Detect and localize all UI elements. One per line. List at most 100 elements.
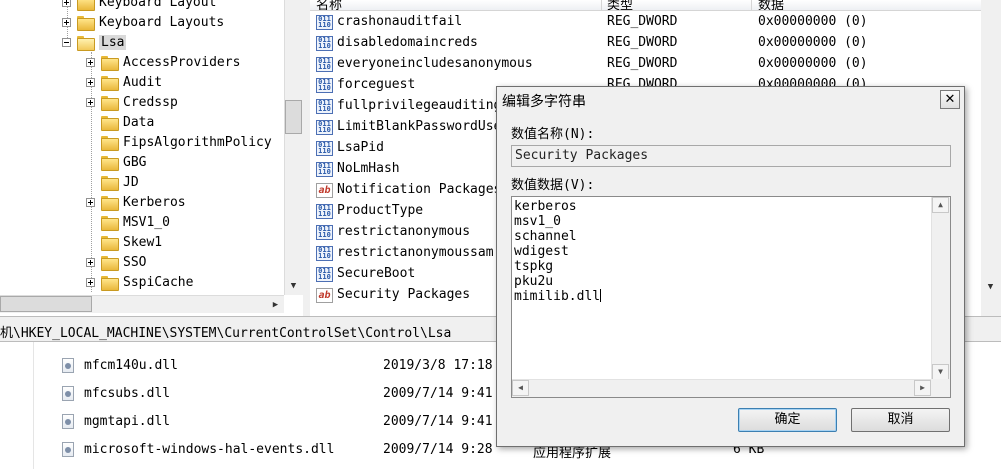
- tree-item-label: MSV1_0: [123, 214, 170, 230]
- scroll-right-arrow-icon[interactable]: ▶: [267, 296, 284, 313]
- values-vertical-scrollbar[interactable]: ▼: [981, 0, 1001, 316]
- data-line: msv1_0: [514, 214, 561, 229]
- tree-item-keyboard-layout[interactable]: Keyboard Layout: [62, 0, 216, 12]
- expand-icon[interactable]: [86, 257, 95, 267]
- tree-item-gbg[interactable]: GBG: [86, 152, 146, 172]
- ok-button[interactable]: 确定: [738, 408, 837, 432]
- value-name: NoLmHash: [337, 161, 400, 176]
- tree-vertical-scrollbar[interactable]: [284, 0, 303, 295]
- tree-item-skew1[interactable]: Skew1: [86, 232, 162, 252]
- expand-icon[interactable]: [86, 57, 95, 67]
- tree-item-credssp[interactable]: Credssp: [86, 92, 178, 112]
- file-date: 2009/7/14 9:28: [383, 442, 493, 457]
- value-name: fullprivilegeauditing: [337, 98, 502, 113]
- values-column-header: 名称 类型 数据: [310, 0, 1001, 11]
- file-name: mfcsubs.dll: [84, 386, 171, 401]
- folder-icon: [101, 155, 119, 171]
- folder-icon: [101, 115, 119, 131]
- value-row[interactable]: 011 110 everyoneincludesanonymous REG_DWOR…: [310, 54, 1001, 75]
- tree-item-kerberos[interactable]: Kerberos: [86, 192, 186, 212]
- file-date: 2019/3/8 17:18: [383, 358, 493, 373]
- value-name: disabledomaincreds: [337, 35, 478, 50]
- value-type: REG_DWORD: [607, 56, 678, 71]
- tree-item-keyboard-layouts[interactable]: Keyboard Layouts: [62, 12, 224, 32]
- expand-icon[interactable]: [62, 0, 71, 7]
- folder-icon: [101, 275, 119, 291]
- data-line: wdigest: [514, 244, 569, 259]
- column-header-data[interactable]: 数据: [758, 0, 784, 10]
- close-icon[interactable]: ✕: [940, 90, 960, 109]
- folder-icon: [101, 175, 119, 191]
- open-folder-icon: [77, 35, 95, 51]
- value-row[interactable]: 011 110 disabledomaincreds REG_DWORD 0x0000…: [310, 33, 1001, 54]
- value-name: Security Packages: [337, 287, 471, 302]
- value-name: ProductType: [337, 203, 424, 218]
- tree-item-label: SSO: [123, 254, 147, 270]
- folder-icon: [77, 15, 95, 31]
- tree-horizontal-scroll-thumb[interactable]: [0, 296, 92, 312]
- dialog-title-bar[interactable]: 编辑多字符串 ✕: [497, 87, 964, 113]
- file-list-divider: [33, 342, 34, 469]
- tree-item-msv1-0[interactable]: MSV1_0: [86, 212, 170, 232]
- binary-value-icon: 011 110: [316, 162, 333, 177]
- expand-icon[interactable]: [86, 77, 95, 87]
- dll-file-icon: [62, 386, 74, 401]
- value-data: 0x00000000 (0): [758, 56, 868, 71]
- binary-value-icon: 011 110: [316, 36, 333, 51]
- tree-item-label: Skew1: [123, 234, 163, 250]
- scroll-down-arrow-icon[interactable]: ▼: [285, 277, 302, 294]
- value-name: LimitBlankPasswordUse: [337, 119, 502, 134]
- tree-item-label: JD: [123, 174, 139, 190]
- expand-icon[interactable]: [86, 97, 95, 107]
- scroll-left-arrow-icon[interactable]: ◀: [512, 380, 529, 396]
- dialog-title: 编辑多字符串: [502, 94, 586, 110]
- column-divider[interactable]: [601, 0, 602, 10]
- value-data-text[interactable]: kerberos msv1_0 schannel wdigest tspkg pku2u m…: [512, 197, 930, 380]
- tree-item-jd[interactable]: JD: [86, 172, 139, 192]
- tree-item-sspicache[interactable]: SspiCache: [86, 272, 193, 292]
- collapse-icon[interactable]: [62, 37, 71, 47]
- tree-item-audit[interactable]: Audit: [86, 72, 162, 92]
- tree-item-accessproviders[interactable]: AccessProviders: [86, 52, 240, 72]
- dll-file-icon: [62, 358, 74, 373]
- folder-icon: [77, 0, 95, 11]
- scroll-down-arrow-icon[interactable]: ▼: [982, 278, 999, 295]
- pane-splitter[interactable]: [303, 0, 310, 316]
- tree-item-sso[interactable]: SSO: [86, 252, 146, 272]
- tree-item-label: Keyboard Layout: [99, 0, 217, 10]
- value-row[interactable]: 011 110 crashonauditfail REG_DWORD 0x000000…: [310, 12, 1001, 33]
- tree-item-fipsalgorithmpolicy[interactable]: FipsAlgorithmPolicy: [86, 132, 272, 152]
- folder-icon: [101, 75, 119, 91]
- dll-file-icon: [62, 442, 74, 457]
- column-divider[interactable]: [751, 0, 752, 10]
- expand-icon[interactable]: [86, 197, 95, 207]
- data-line: schannel: [514, 229, 577, 244]
- column-header-type[interactable]: 类型: [607, 0, 633, 10]
- tree-item-data[interactable]: Data: [86, 112, 154, 132]
- tree-item-label: Kerberos: [123, 194, 186, 210]
- expand-icon[interactable]: [62, 17, 71, 27]
- registry-path: 机\HKEY_LOCAL_MACHINE\SYSTEM\CurrentContr…: [0, 326, 452, 341]
- column-header-name[interactable]: 名称: [316, 0, 342, 10]
- value-data-textarea[interactable]: kerberos msv1_0 schannel wdigest tspkg pku2u m…: [511, 196, 951, 398]
- data-vertical-scrollbar[interactable]: ▲ ▼: [931, 197, 950, 380]
- value-data: 0x00000000 (0): [758, 14, 868, 29]
- data-horizontal-scrollbar[interactable]: ◀ ▶: [512, 379, 931, 397]
- folder-icon: [101, 55, 119, 71]
- expand-icon[interactable]: [86, 277, 95, 287]
- scroll-right-arrow-icon[interactable]: ▶: [914, 380, 931, 396]
- scroll-up-arrow-icon[interactable]: ▲: [932, 197, 949, 213]
- scrollbar-corner: [931, 379, 950, 397]
- folder-icon: [101, 235, 119, 251]
- binary-value-icon: 011 110: [316, 15, 333, 30]
- tree-vertical-scroll-thumb[interactable]: [285, 100, 302, 134]
- registry-key-tree[interactable]: Keyboard Layout Keyboard Layouts Lsa Access…: [0, 0, 284, 295]
- file-name: microsoft-windows-hal-events.dll: [84, 442, 335, 457]
- value-name: LsaPid: [337, 140, 384, 155]
- scroll-down-arrow-icon[interactable]: ▼: [932, 364, 949, 380]
- cancel-button[interactable]: 取消: [851, 408, 950, 432]
- tree-item-lsa[interactable]: Lsa: [62, 32, 127, 52]
- file-date: 2009/7/14 9:41: [383, 414, 493, 429]
